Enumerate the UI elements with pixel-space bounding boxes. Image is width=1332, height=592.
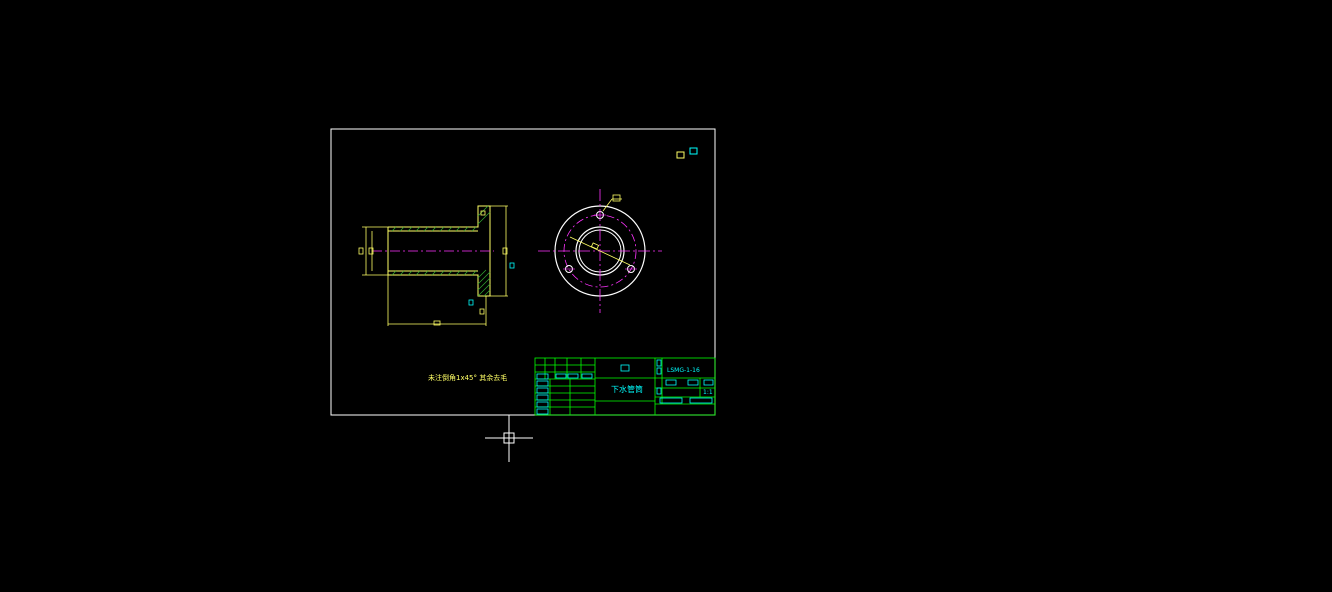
cad-canvas[interactable]: 未注倒角1x45° 其余去毛 下水管筒 LSMG-1-16 1:1: [0, 0, 1332, 592]
part-name-label: 下水管筒: [611, 384, 643, 394]
technical-note: 未注倒角1x45° 其余去毛: [428, 373, 507, 382]
scale-label: 1:1: [703, 389, 713, 396]
drawing-number-label: LSMG-1-16: [667, 367, 700, 374]
